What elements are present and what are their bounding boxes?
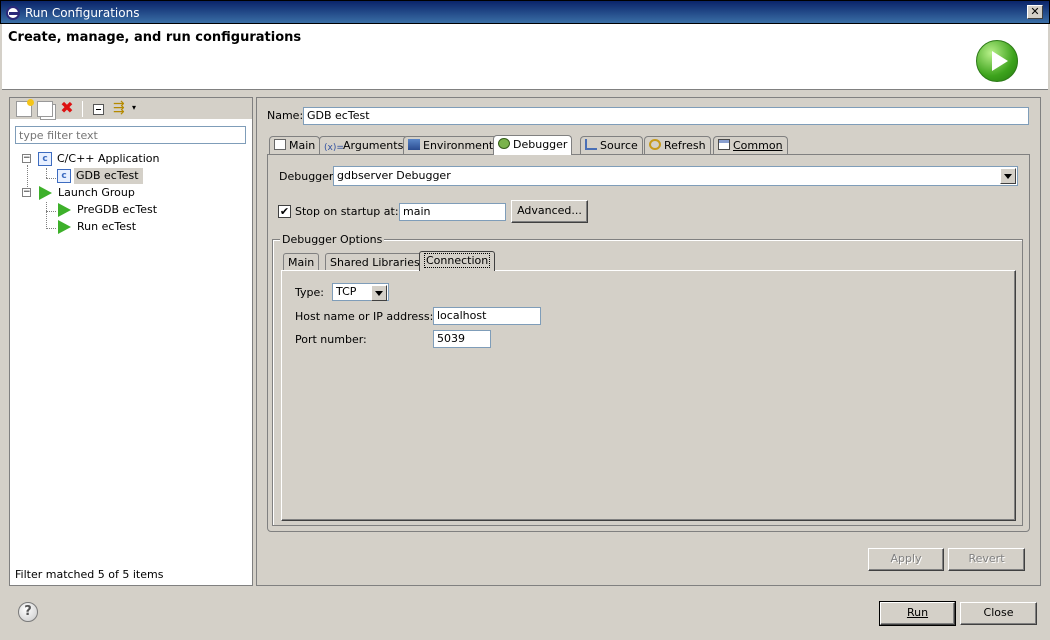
toolbar-separator xyxy=(82,101,83,117)
close-button[interactable]: Close xyxy=(960,602,1037,625)
tree-item-label: Run ecTest xyxy=(77,220,137,233)
collapse-icon[interactable]: − xyxy=(22,154,31,163)
dialog-title: Create, manage, and run configurations xyxy=(8,30,302,45)
duplicate-configuration-icon[interactable] xyxy=(37,101,53,117)
type-select-value: TCP xyxy=(336,285,357,298)
common-icon xyxy=(718,139,730,150)
launch-icon xyxy=(58,220,71,234)
tab-debugger[interactable]: Debugger xyxy=(493,135,573,155)
collapse-icon[interactable]: − xyxy=(22,188,31,197)
collapse-all-icon[interactable] xyxy=(93,104,104,115)
inner-tab-connection[interactable]: Connection xyxy=(419,251,496,271)
launch-icon xyxy=(58,203,71,217)
filter-icon[interactable]: ⇶ xyxy=(113,101,129,117)
stop-on-startup-label: Stop on startup at: xyxy=(295,205,399,218)
tab-source[interactable]: Source xyxy=(580,136,643,155)
host-label: Host name or IP address: xyxy=(295,310,434,323)
host-input[interactable]: localhost xyxy=(433,307,541,325)
tree-item-label: GDB ecTest xyxy=(74,168,143,184)
filter-menu-chevron-down-icon[interactable]: ▾ xyxy=(132,101,148,117)
debugger-options-label: Debugger Options xyxy=(280,233,385,246)
run-button[interactable]: Run xyxy=(879,601,956,626)
help-icon[interactable]: ? xyxy=(18,602,38,622)
inner-tab-main[interactable]: Main xyxy=(283,253,320,271)
name-input[interactable]: GDB ecTest xyxy=(303,107,1029,125)
debug-bug-icon xyxy=(498,138,510,149)
filter-input[interactable] xyxy=(15,126,246,144)
delete-configuration-icon[interactable]: ✖ xyxy=(59,100,75,117)
debugger-label: Debugger: xyxy=(279,170,337,183)
tree-item-label: Launch Group xyxy=(58,186,135,199)
debugger-select[interactable]: gdbserver Debugger xyxy=(333,166,1018,186)
name-label: Name: xyxy=(267,109,304,122)
c-app-icon: c xyxy=(57,169,71,183)
tab-arguments[interactable]: (x)=Arguments xyxy=(319,136,409,155)
tab-main[interactable]: Main xyxy=(269,136,321,155)
source-icon xyxy=(585,139,597,150)
tab-common[interactable]: Common xyxy=(713,136,788,155)
debugger-select-value: gdbserver Debugger xyxy=(337,169,451,182)
main-tab-icon xyxy=(274,139,286,150)
refresh-icon xyxy=(649,139,661,150)
chevron-down-icon[interactable] xyxy=(371,285,387,301)
chevron-down-icon[interactable] xyxy=(1000,168,1016,184)
run-icon xyxy=(976,40,1018,82)
launch-icon xyxy=(39,186,52,200)
new-configuration-icon[interactable] xyxy=(16,99,34,117)
type-select[interactable]: TCP xyxy=(332,283,389,301)
configuration-tree-panel: ✖ ⇶ ▾ − c C/C++ Application c GDB ecTest… xyxy=(9,97,253,586)
eclipse-icon xyxy=(6,6,20,20)
stop-on-startup-input[interactable]: main xyxy=(399,203,506,221)
apply-button[interactable]: Apply xyxy=(868,548,944,571)
tree-toolbar: ✖ ⇶ ▾ xyxy=(10,98,252,120)
filter-status: Filter matched 5 of 5 items xyxy=(15,568,164,581)
tab-environment[interactable]: Environment xyxy=(403,136,499,155)
connection-pane xyxy=(281,270,1016,521)
close-window-button[interactable]: ✕ xyxy=(1027,5,1043,19)
type-label: Type: xyxy=(295,286,324,299)
port-label: Port number: xyxy=(295,333,367,346)
environment-icon xyxy=(408,139,420,150)
advanced-button[interactable]: Advanced... xyxy=(511,200,588,223)
c-app-icon: c xyxy=(38,152,52,166)
port-input[interactable]: 5039 xyxy=(433,330,491,348)
arguments-icon: (x)= xyxy=(324,143,344,153)
tab-refresh[interactable]: Refresh xyxy=(644,136,711,155)
window-title: Run Configurations xyxy=(25,6,140,20)
dialog-header: Create, manage, and run configurations xyxy=(2,24,1048,90)
tree-item-label: C/C++ Application xyxy=(57,152,160,165)
revert-button[interactable]: Revert xyxy=(948,548,1025,571)
title-bar: Run Configurations ✕ xyxy=(0,0,1050,24)
inner-tab-shared-libraries[interactable]: Shared Libraries xyxy=(325,253,425,271)
tree-item-label: PreGDB ecTest xyxy=(77,203,158,216)
stop-on-startup-checkbox[interactable]: ✔ xyxy=(278,205,291,218)
